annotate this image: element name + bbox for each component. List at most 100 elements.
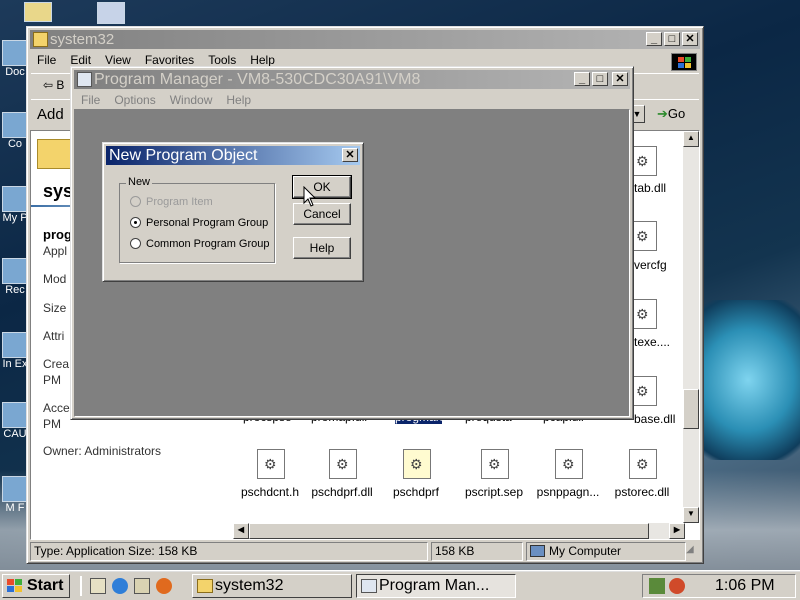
scroll-down-button[interactable]: ▼ bbox=[683, 507, 699, 523]
network-icon[interactable] bbox=[649, 578, 665, 594]
close-button[interactable]: ✕ bbox=[682, 32, 698, 46]
taskbar-item-program-manager[interactable]: Program Man... bbox=[356, 574, 516, 598]
menu-help[interactable]: Help bbox=[226, 91, 251, 109]
desktop-icon-my-network[interactable]: My P bbox=[2, 186, 30, 224]
taskbar: Start system32 Program Man... 1:06 PM bbox=[0, 570, 800, 600]
system-tray: 1:06 PM bbox=[642, 574, 796, 598]
status-text: Type: Application Size: 158 KB bbox=[30, 542, 428, 561]
desktop-wallpaper-orb bbox=[700, 300, 800, 460]
file-label[interactable]: pstorec.dll bbox=[603, 485, 681, 499]
folder-icon bbox=[24, 2, 52, 22]
minimize-button[interactable]: _ bbox=[574, 72, 590, 86]
file-label[interactable]: base.dll bbox=[634, 412, 675, 426]
cancel-button[interactable]: Cancel bbox=[293, 203, 351, 225]
quick-launch bbox=[80, 576, 180, 596]
resize-grip-icon[interactable]: ◢ bbox=[686, 544, 700, 558]
desktop-icon-internet-explorer[interactable]: In Ex bbox=[2, 332, 30, 370]
vertical-scroll-thumb[interactable] bbox=[683, 389, 699, 429]
scroll-left-button[interactable]: ◀ bbox=[233, 523, 249, 539]
firefox-icon[interactable] bbox=[156, 578, 172, 594]
close-icon: ✕ bbox=[615, 73, 625, 85]
menu-file[interactable]: File bbox=[37, 51, 56, 69]
gear-file-icon[interactable] bbox=[329, 449, 357, 479]
explorer-title: system32 bbox=[50, 31, 115, 48]
new-program-object-dialog[interactable]: New Program Object ✕ New Program Item Pe… bbox=[102, 142, 364, 282]
program-manager-titlebar[interactable]: Program Manager - VM8-530CDC30A91\VM8 _ … bbox=[74, 70, 630, 89]
desktop-icon-recycle-bin[interactable]: Rec bbox=[2, 258, 30, 296]
folder-big-icon bbox=[37, 139, 73, 169]
file-label[interactable]: pschdprf.dll bbox=[303, 485, 381, 499]
start-button[interactable]: Start bbox=[2, 574, 70, 598]
cd-icon bbox=[97, 2, 125, 24]
explorer-titlebar[interactable]: system32 _ □ ✕ bbox=[30, 30, 700, 49]
desktop-icon-computer[interactable]: Co bbox=[2, 112, 30, 150]
radio-program-item[interactable]: Program Item bbox=[130, 196, 213, 208]
side-field-crea: Crea PM bbox=[43, 357, 70, 387]
go-button[interactable]: ➔Go bbox=[657, 106, 685, 122]
horizontal-scroll-thumb[interactable] bbox=[249, 523, 649, 539]
close-icon: ✕ bbox=[685, 33, 695, 45]
file-label[interactable]: pschdcnt.h bbox=[231, 485, 309, 499]
desktop-icon-cau[interactable]: CAU bbox=[2, 402, 30, 440]
scroll-right-button[interactable]: ▶ bbox=[669, 523, 685, 539]
menu-window[interactable]: Window bbox=[170, 91, 213, 109]
dialog-title: New Program Object bbox=[109, 147, 258, 164]
gear-file-icon[interactable] bbox=[629, 449, 657, 479]
header-file-icon[interactable] bbox=[257, 449, 285, 479]
file-label[interactable]: pscript.sep bbox=[455, 485, 533, 499]
horizontal-scrollbar[interactable]: ◀ ▶ bbox=[233, 523, 685, 539]
desktop-icon-documents[interactable]: Doc bbox=[2, 40, 30, 78]
side-field-acce: Acce PM bbox=[43, 401, 70, 431]
notepad-file-icon[interactable] bbox=[403, 449, 431, 479]
scroll-up-button[interactable]: ▲ bbox=[683, 131, 699, 147]
desktop-icon-media[interactable]: M F bbox=[2, 476, 30, 514]
folder-icon bbox=[33, 32, 48, 47]
file-label[interactable]: pschdprf bbox=[377, 485, 455, 499]
groupbox-label: New bbox=[126, 176, 153, 188]
internet-explorer-icon[interactable] bbox=[112, 578, 128, 594]
maximize-button[interactable]: □ bbox=[664, 32, 680, 46]
windows-file-icon[interactable] bbox=[481, 449, 509, 479]
file-label[interactable]: texe.... bbox=[634, 335, 670, 349]
desktop-icon-top-1[interactable] bbox=[24, 2, 52, 22]
status-bar: Type: Application Size: 158 KB 158 KB My… bbox=[30, 542, 700, 561]
file-label[interactable]: vercfg bbox=[634, 258, 667, 272]
vertical-scrollbar[interactable]: ▲ ▼ bbox=[683, 131, 699, 523]
ok-button[interactable]: OK bbox=[292, 175, 352, 199]
clock[interactable]: 1:06 PM bbox=[715, 577, 775, 595]
maximize-icon: □ bbox=[668, 33, 676, 45]
dialog-close-button[interactable]: ✕ bbox=[342, 148, 358, 162]
radio-common-program-group[interactable]: Common Program Group bbox=[130, 238, 270, 250]
status-size: 158 KB bbox=[431, 542, 523, 561]
close-button[interactable]: ✕ bbox=[612, 72, 628, 86]
side-selected-name: prog bbox=[43, 227, 72, 242]
desktop-icon-top-2[interactable] bbox=[96, 2, 126, 24]
radio-button-selected-icon bbox=[130, 217, 141, 228]
dialog-titlebar[interactable]: New Program Object ✕ bbox=[106, 146, 360, 165]
close-icon: ✕ bbox=[345, 149, 355, 161]
file-label[interactable]: tab.dll bbox=[634, 181, 666, 195]
address-label: Add bbox=[37, 106, 64, 123]
arrow-down-icon: ▼ bbox=[687, 509, 695, 518]
outlook-icon[interactable] bbox=[134, 578, 150, 594]
side-field-mod: Mod bbox=[43, 272, 67, 286]
show-desktop-icon[interactable] bbox=[90, 578, 106, 594]
file-label[interactable]: psnppagn... bbox=[529, 485, 607, 499]
taskbar-item-system32[interactable]: system32 bbox=[192, 574, 352, 598]
maximize-button[interactable]: □ bbox=[592, 72, 608, 86]
program-manager-title: Program Manager - VM8-530CDC30A91\VM8 bbox=[94, 71, 421, 88]
gear-file-icon[interactable] bbox=[555, 449, 583, 479]
back-button[interactable]: ⇦ B bbox=[43, 78, 64, 92]
security-icon[interactable] bbox=[669, 578, 685, 594]
help-button[interactable]: Help bbox=[293, 237, 351, 259]
radio-button-icon bbox=[130, 196, 141, 207]
minimize-button[interactable]: _ bbox=[646, 32, 662, 46]
radio-personal-program-group[interactable]: Personal Program Group bbox=[130, 217, 268, 229]
windows-logo-icon bbox=[671, 53, 697, 71]
arrow-left-icon: ◀ bbox=[237, 525, 245, 534]
menu-options[interactable]: Options bbox=[114, 91, 155, 109]
program-manager-icon bbox=[77, 72, 92, 87]
mouse-cursor-icon bbox=[303, 186, 317, 207]
arrow-up-icon: ▲ bbox=[687, 133, 695, 142]
menu-file[interactable]: File bbox=[81, 91, 100, 109]
